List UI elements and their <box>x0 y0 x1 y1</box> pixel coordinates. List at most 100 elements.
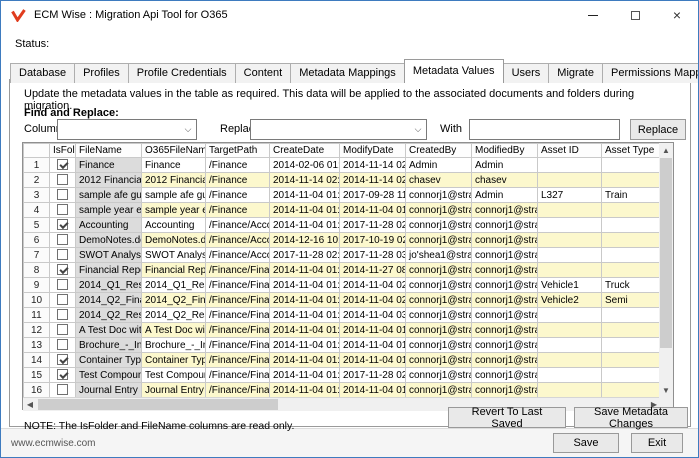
cell-created-by[interactable]: jo'shea1@strateg... <box>405 247 472 263</box>
cell-target-path[interactable]: /Finance <box>205 202 270 218</box>
row-number[interactable]: 13 <box>23 337 50 353</box>
cell-o365-file-name[interactable]: SWOT Analysis.d... <box>141 247 206 263</box>
cell-file-name[interactable]: Journal Entry Gui... <box>75 382 142 398</box>
tab-migrate[interactable]: Migrate <box>548 63 603 83</box>
cell-modify-date[interactable]: 2014-11-04 01:4... <box>339 352 406 368</box>
cell-create-date[interactable]: 2014-11-04 01:3... <box>269 217 340 233</box>
row-number[interactable]: 16 <box>23 382 50 398</box>
replace-dropdown[interactable]: ⌵ <box>250 119 427 140</box>
row-number[interactable]: 7 <box>23 247 50 263</box>
scroll-down-icon[interactable]: ▼ <box>659 383 673 397</box>
cell-modified-by[interactable]: connorj1@strate... <box>471 247 538 263</box>
cell-create-date[interactable]: 2014-11-04 01:4... <box>269 337 340 353</box>
cell-created-by[interactable]: connorj1@strate... <box>405 202 472 218</box>
row-number[interactable]: 3 <box>23 187 50 203</box>
cell-asset-type[interactable] <box>601 262 662 278</box>
row-number[interactable]: 8 <box>23 262 50 278</box>
cell-asset-id[interactable] <box>537 157 602 173</box>
isfolder-checkbox[interactable] <box>57 369 68 381</box>
tab-profiles[interactable]: Profiles <box>74 63 129 83</box>
cell-modify-date[interactable]: 2014-11-04 02:5... <box>339 292 406 308</box>
cell-create-date[interactable]: 2014-11-04 01:3... <box>269 187 340 203</box>
cell-created-by[interactable]: connorj1@strate... <box>405 352 472 368</box>
cell-create-date[interactable]: 2017-11-28 02:2... <box>269 247 340 263</box>
cell-asset-type[interactable]: Semi <box>601 292 662 308</box>
save-metadata-changes-button[interactable]: Save Metadata Changes <box>574 406 688 430</box>
isfolder-checkbox[interactable] <box>57 264 68 276</box>
column-header-o365filename[interactable]: O365FileName <box>141 143 206 158</box>
row-number[interactable]: 14 <box>23 352 50 368</box>
cell-target-path[interactable]: /Finance/Financi... <box>205 382 270 398</box>
column-header-createdate[interactable]: CreateDate <box>269 143 340 158</box>
cell-file-name[interactable]: sample year end f... <box>75 202 142 218</box>
row-number[interactable]: 6 <box>23 232 50 248</box>
cell-modify-date[interactable]: 2014-11-04 02:5... <box>339 277 406 293</box>
isfolder-checkbox[interactable] <box>57 189 68 201</box>
cell-asset-type[interactable] <box>601 367 662 383</box>
cell-created-by[interactable]: connorj1@strate... <box>405 277 472 293</box>
isfolder-checkbox[interactable] <box>57 249 68 261</box>
cell-modify-date[interactable]: 2014-11-04 01:4... <box>339 382 406 398</box>
cell-modify-date[interactable]: 2014-11-04 03:0... <box>339 307 406 323</box>
cell-created-by[interactable]: chasev <box>405 172 472 188</box>
cell-create-date[interactable]: 2014-11-04 01:3... <box>269 352 340 368</box>
cell-modified-by[interactable]: chasev <box>471 172 538 188</box>
cell-modified-by[interactable]: connorj1@strate... <box>471 217 538 233</box>
tab-users[interactable]: Users <box>502 63 550 83</box>
cell-create-date[interactable]: 2014-11-04 01:3... <box>269 202 340 218</box>
cell-create-date[interactable]: 2014-11-04 01:4... <box>269 382 340 398</box>
cell-modify-date[interactable]: 2014-11-14 02:3... <box>339 157 406 173</box>
cell-modify-date[interactable]: 2017-09-28 11:2... <box>339 187 406 203</box>
cell-target-path[interactable]: /Finance/Financi... <box>205 352 270 368</box>
cell-o365-file-name[interactable]: Brochure_-_Intro... <box>141 337 206 353</box>
cell-asset-type[interactable] <box>601 382 662 398</box>
cell-o365-file-name[interactable]: DemoNotes.docx <box>141 232 206 248</box>
cell-file-name[interactable]: Financial Reporting <box>75 262 142 278</box>
cell-file-name[interactable]: Container Type E... <box>75 352 142 368</box>
cell-file-name[interactable]: SWOT Analysis.d... <box>75 247 142 263</box>
cell-asset-type[interactable] <box>601 337 662 353</box>
cell-asset-id[interactable] <box>537 322 602 338</box>
tab-metadata-values[interactable]: Metadata Values <box>403 59 504 83</box>
cell-file-name[interactable]: DemoNotes.docx <box>75 232 142 248</box>
isfolder-checkbox[interactable] <box>57 294 68 306</box>
cell-created-by[interactable]: connorj1@strate... <box>405 262 472 278</box>
cell-create-date[interactable]: 2014-11-04 01:4... <box>269 322 340 338</box>
cell-o365-file-name[interactable]: Test Compound ... <box>141 367 206 383</box>
cell-modified-by[interactable]: Admin <box>471 187 538 203</box>
tab-profile-credentials[interactable]: Profile Credentials <box>127 63 236 83</box>
cell-modify-date[interactable]: 2017-10-19 02:0... <box>339 232 406 248</box>
cell-o365-file-name[interactable]: sample year end f... <box>141 202 206 218</box>
cell-asset-id[interactable] <box>537 352 602 368</box>
row-number[interactable]: 9 <box>23 277 50 293</box>
cell-file-name[interactable]: 2014_Q1_Result... <box>75 277 142 293</box>
cell-o365-file-name[interactable]: 2014_Q1_Result... <box>141 277 206 293</box>
cell-file-name[interactable]: Accounting <box>75 217 142 233</box>
replace-button[interactable]: Replace <box>630 119 686 140</box>
cell-modify-date[interactable]: 2017-11-28 02:2... <box>339 367 406 383</box>
minimize-button[interactable] <box>572 1 614 29</box>
cell-o365-file-name[interactable]: 2014_Q2_Result... <box>141 307 206 323</box>
cell-modify-date[interactable]: 2014-11-04 01:4... <box>339 337 406 353</box>
exit-button[interactable]: Exit <box>631 433 683 453</box>
row-number[interactable]: 10 <box>23 292 50 308</box>
cell-asset-id[interactable] <box>537 367 602 383</box>
cell-asset-type[interactable] <box>601 247 662 263</box>
cell-target-path[interactable]: /Finance/Accou... <box>205 217 270 233</box>
column-header-asset-id[interactable]: Asset ID <box>537 143 602 158</box>
cell-asset-type[interactable]: Truck <box>601 277 662 293</box>
row-number[interactable]: 12 <box>23 322 50 338</box>
vertical-scrollbar-thumb[interactable] <box>660 158 672 348</box>
cell-asset-id[interactable] <box>537 217 602 233</box>
vertical-scrollbar[interactable]: ▲ ▼ <box>659 143 673 397</box>
cell-o365-file-name[interactable]: Container Type E... <box>141 352 206 368</box>
cell-asset-id[interactable]: Vehicle2 <box>537 292 602 308</box>
cell-create-date[interactable]: 2014-11-14 02:3... <box>269 172 340 188</box>
cell-o365-file-name[interactable]: Financial Reporting <box>141 262 206 278</box>
cell-target-path[interactable]: /Finance <box>205 187 270 203</box>
cell-created-by[interactable]: connorj1@strate... <box>405 382 472 398</box>
cell-file-name[interactable]: 2012 Financial A... <box>75 172 142 188</box>
cell-target-path[interactable]: /Finance/Financi... <box>205 307 270 323</box>
cell-modified-by[interactable]: connorj1@strate... <box>471 322 538 338</box>
cell-asset-id[interactable] <box>537 247 602 263</box>
